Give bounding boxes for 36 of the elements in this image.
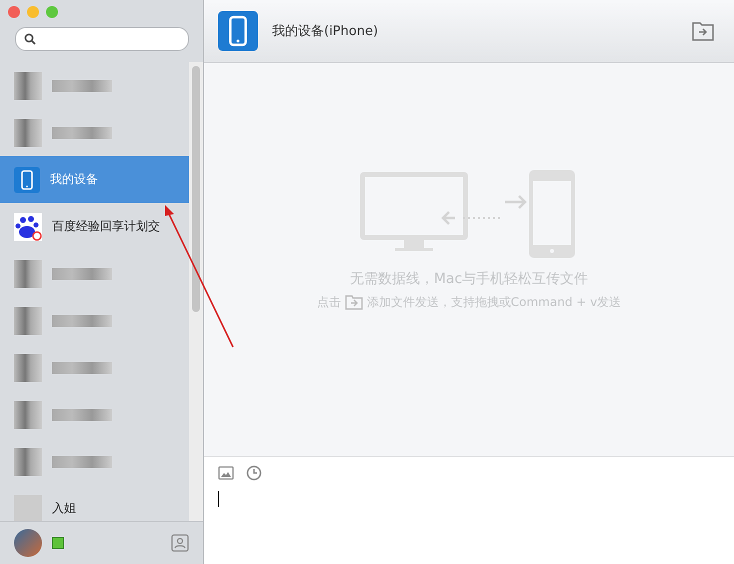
blurred-avatar [14, 118, 42, 146]
blurred-name [52, 456, 112, 468]
image-icon[interactable] [218, 465, 234, 481]
blurred-name [52, 268, 112, 280]
search-icon [24, 33, 36, 45]
blurred-name [52, 362, 112, 374]
contact-name: 我的设备 [50, 171, 98, 188]
blurred-avatar [14, 448, 42, 476]
blurred-name [52, 126, 112, 138]
paw-icon [14, 212, 42, 240]
avatar-placeholder[interactable] [14, 529, 42, 557]
search-field[interactable] [15, 27, 189, 51]
phone-icon [218, 11, 258, 51]
contact-item[interactable]: 百度经验回享计划交 [0, 203, 189, 250]
contact-name: 入姐 [52, 500, 76, 517]
contact-name: 百度经验回享计划交 [52, 218, 160, 235]
phone-icon [14, 166, 40, 192]
scrollbar-thumb[interactable] [192, 66, 200, 312]
blurred-avatar [14, 354, 42, 382]
minimize-button[interactable] [27, 6, 39, 18]
blurred-name [52, 80, 112, 92]
blurred-avatar [14, 72, 42, 100]
close-button[interactable] [8, 6, 20, 18]
send-file-icon[interactable] [692, 21, 714, 41]
blurred-avatar [14, 306, 42, 334]
zoom-button[interactable] [46, 6, 58, 18]
clock-icon[interactable] [246, 465, 262, 481]
contact-item[interactable]: 入姐 [0, 485, 189, 521]
contacts-icon[interactable] [171, 534, 189, 552]
blurred-name [52, 408, 112, 420]
blurred-avatar [14, 260, 42, 288]
text-cursor [218, 491, 219, 507]
blurred-name [52, 314, 112, 326]
send-file-icon [344, 295, 363, 310]
chat-title: 我的设备(iPhone) [272, 23, 380, 40]
blurred-avatar [14, 400, 42, 428]
